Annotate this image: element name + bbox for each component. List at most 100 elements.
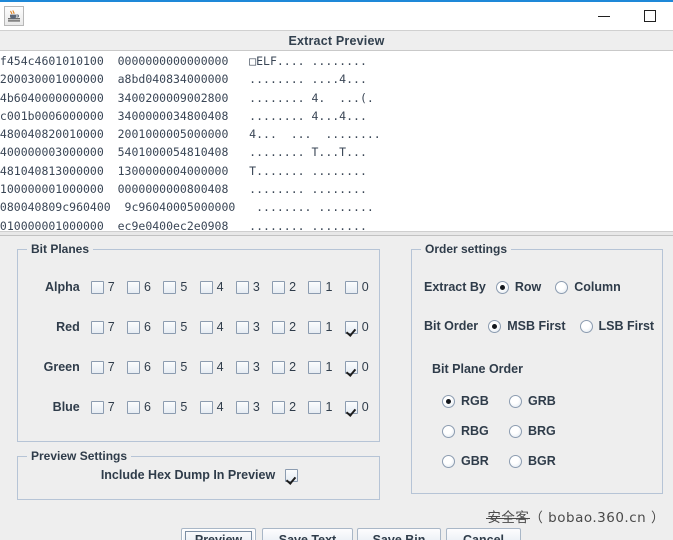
bit-plane-cell-green-5[interactable]: 5 [163,360,199,374]
bit-plane-checkbox-red-5[interactable] [163,321,176,334]
bit-plane-cell-alpha-5[interactable]: 5 [163,280,199,294]
maximize-icon [644,10,656,22]
bit-plane-cell-red-1[interactable]: 1 [308,320,344,334]
bit-plane-cell-green-3[interactable]: 3 [236,360,272,374]
bit-plane-checkbox-green-7[interactable] [91,361,104,374]
bit-plane-checkbox-blue-1[interactable] [308,401,321,414]
bit-plane-cell-alpha-7[interactable]: 7 [91,280,127,294]
preview-button-focus-ring [185,531,252,540]
bit-plane-cell-red-7[interactable]: 7 [91,320,127,334]
bit-plane-cell-red-5[interactable]: 5 [163,320,199,334]
maximize-button[interactable] [627,2,673,30]
extract-by-option-column[interactable]: Column [555,280,621,294]
bit-plane-checkbox-blue-7[interactable] [91,401,104,414]
bit-plane-cell-blue-5[interactable]: 5 [163,400,199,414]
bit-plane-cell-green-0[interactable]: 0 [345,360,381,374]
bit-plane-checkbox-alpha-2[interactable] [272,281,285,294]
bit-plane-cell-blue-3[interactable]: 3 [236,400,272,414]
bit-plane-checkbox-green-2[interactable] [272,361,285,374]
bit-plane-order-option-brg[interactable]: BRG [509,424,576,438]
cancel-button[interactable]: Cancel [446,528,521,540]
bit-plane-cell-red-4[interactable]: 4 [200,320,236,334]
bit-plane-checkbox-alpha-6[interactable] [127,281,140,294]
bit-plane-order-option-rgb[interactable]: RGB [442,394,509,408]
extract-by-option-row[interactable]: Row [496,280,541,294]
bit-plane-checkbox-blue-0[interactable] [345,401,358,414]
bit-order-option-msb[interactable]: MSB First [488,319,565,333]
bit-plane-checkbox-green-0[interactable] [345,361,358,374]
bit-plane-checkbox-alpha-4[interactable] [200,281,213,294]
bit-plane-order-option-grb[interactable]: GRB [509,394,576,408]
bit-plane-cell-blue-2[interactable]: 2 [272,400,308,414]
include-hex-dump-checkbox[interactable] [285,469,298,482]
bit-plane-cell-green-4[interactable]: 4 [200,360,236,374]
bit-plane-cell-red-0[interactable]: 0 [345,320,381,334]
bit-plane-cell-green-1[interactable]: 1 [308,360,344,374]
bit-plane-bit-label: 5 [180,360,187,374]
extract-by-column-radio[interactable] [555,281,568,294]
bit-plane-checkbox-green-4[interactable] [200,361,213,374]
bit-plane-checkbox-alpha-5[interactable] [163,281,176,294]
bit-plane-cell-alpha-4[interactable]: 4 [200,280,236,294]
bit-plane-checkbox-alpha-7[interactable] [91,281,104,294]
bit-order-lsb-radio[interactable] [580,320,593,333]
bit-plane-order-row: GBRBGR [442,446,652,476]
bit-plane-checkbox-blue-3[interactable] [236,401,249,414]
save-text-button[interactable]: Save Text [262,528,353,540]
bit-plane-cell-green-6[interactable]: 6 [127,360,163,374]
bit-plane-bit-label: 7 [108,320,115,334]
bit-plane-order-option-bgr[interactable]: BGR [509,454,576,468]
bit-plane-cell-green-2[interactable]: 2 [272,360,308,374]
bit-plane-checkbox-red-0[interactable] [345,321,358,334]
bit-plane-checkbox-blue-5[interactable] [163,401,176,414]
minimize-button[interactable] [581,2,627,30]
bit-order-option-lsb[interactable]: LSB First [580,319,655,333]
bit-plane-order-option-rbg[interactable]: RBG [442,424,509,438]
bit-plane-checkbox-red-4[interactable] [200,321,213,334]
hex-dump-textarea[interactable]: 7f454c4601010100 0000000000000000 □ELF..… [0,51,673,235]
bit-plane-checkbox-red-1[interactable] [308,321,321,334]
bit-plane-checkbox-blue-4[interactable] [200,401,213,414]
bit-plane-checkbox-green-3[interactable] [236,361,249,374]
bit-plane-order-radio-bgr[interactable] [509,455,522,468]
bit-plane-order-radio-rbg[interactable] [442,425,455,438]
bit-plane-order-option-gbr[interactable]: GBR [442,454,509,468]
bit-plane-cell-red-6[interactable]: 6 [127,320,163,334]
bit-plane-cell-red-2[interactable]: 2 [272,320,308,334]
bit-plane-checkbox-green-5[interactable] [163,361,176,374]
bit-plane-checkbox-alpha-3[interactable] [236,281,249,294]
bit-plane-cell-alpha-2[interactable]: 2 [272,280,308,294]
preview-button[interactable]: Preview [181,528,256,540]
extract-by-row-radio[interactable] [496,281,509,294]
bit-plane-checkbox-red-7[interactable] [91,321,104,334]
bit-plane-cell-red-3[interactable]: 3 [236,320,272,334]
bit-order-row: Bit Order MSB First LSB First [424,319,654,333]
bit-order-msb-radio[interactable] [488,320,501,333]
bit-plane-cell-alpha-1[interactable]: 1 [308,280,344,294]
bit-plane-checkbox-green-1[interactable] [308,361,321,374]
bit-plane-checkbox-alpha-1[interactable] [308,281,321,294]
bit-plane-cell-alpha-6[interactable]: 6 [127,280,163,294]
bit-plane-cell-blue-6[interactable]: 6 [127,400,163,414]
bit-plane-checkbox-alpha-0[interactable] [345,281,358,294]
bit-plane-cell-blue-4[interactable]: 4 [200,400,236,414]
bit-plane-order-radio-brg[interactable] [509,425,522,438]
bit-plane-cell-blue-1[interactable]: 1 [308,400,344,414]
bit-plane-checkbox-red-2[interactable] [272,321,285,334]
bit-plane-order-radio-grb[interactable] [509,395,522,408]
bit-plane-order-radio-rgb[interactable] [442,395,455,408]
bit-plane-cell-alpha-0[interactable]: 0 [345,280,381,294]
bit-plane-checkbox-green-6[interactable] [127,361,140,374]
order-settings-group-title: Order settings [421,242,511,256]
save-bin-button[interactable]: Save Bin [357,528,441,540]
bit-plane-cell-alpha-3[interactable]: 3 [236,280,272,294]
bit-plane-cell-blue-0[interactable]: 0 [345,400,381,414]
bit-plane-cell-green-7[interactable]: 7 [91,360,127,374]
bit-plane-checkbox-blue-6[interactable] [127,401,140,414]
bit-plane-bit-label: 7 [108,280,115,294]
bit-plane-order-radio-gbr[interactable] [442,455,455,468]
bit-plane-checkbox-blue-2[interactable] [272,401,285,414]
bit-plane-cell-blue-7[interactable]: 7 [91,400,127,414]
bit-plane-checkbox-red-6[interactable] [127,321,140,334]
bit-plane-checkbox-red-3[interactable] [236,321,249,334]
